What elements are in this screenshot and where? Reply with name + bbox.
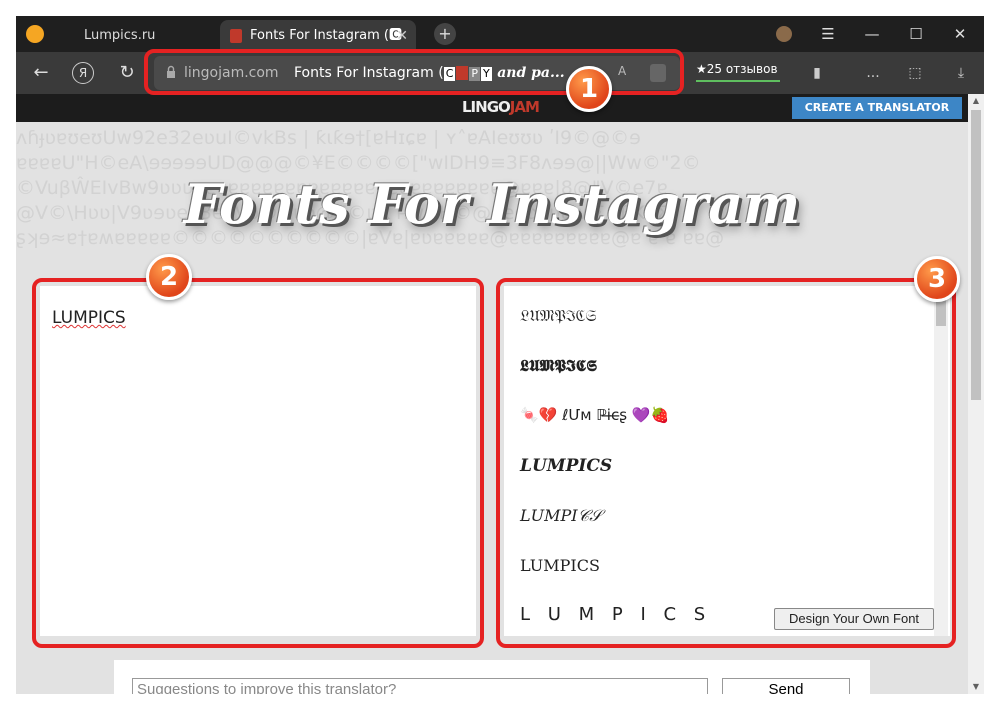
tab-strip: Lumpics.ru Fonts For Instagram (🅲 ✕ + ☰ … (16, 16, 984, 52)
callout-badge-2: 2 (146, 254, 192, 300)
yandex-browser-icon[interactable] (26, 25, 44, 43)
callout-badge-1: 1 (566, 66, 612, 112)
tab-label: Lumpics.ru (84, 28, 156, 43)
profile-avatar[interactable] (776, 26, 792, 42)
highlight-output-panel (496, 278, 956, 648)
tab-lumpics[interactable]: Lumpics.ru (76, 20, 216, 52)
reload-button[interactable]: ↻ (114, 60, 140, 86)
maximize-button[interactable]: ☐ (894, 16, 938, 52)
tab-fonts-for-instagram[interactable]: Fonts For Instagram (🅲 ✕ (220, 20, 416, 52)
downloads-icon[interactable]: ⤓ (950, 62, 972, 84)
callout-badge-3: 3 (914, 256, 960, 302)
back-button[interactable]: ← (28, 60, 54, 86)
minimize-button[interactable]: — (850, 16, 894, 52)
scroll-up-icon[interactable]: ▲ (968, 94, 984, 108)
background-line: ʌɦɟʋɐʊeʊUw92e32eʋuI©vkBs | ƙɩƙɘ†[ɐHɪɕɐ |… (16, 127, 641, 149)
scroll-down-icon[interactable]: ▼ (968, 680, 984, 694)
tab-close-icon[interactable]: ✕ (396, 20, 408, 52)
bookmark-icon[interactable]: ▮ (806, 62, 828, 84)
logo-accent: JAM (509, 98, 540, 116)
page-scroll-thumb[interactable] (971, 110, 981, 400)
suggestions-section: Suggestions to improve this translator? … (114, 660, 870, 694)
tab-label: Fonts For Instagram (🅲 (250, 28, 402, 43)
send-button[interactable]: Send (722, 678, 850, 694)
lingojam-logo[interactable]: LINGOJAM (462, 98, 540, 116)
page-scrollbar[interactable]: ▲ ▼ (968, 94, 984, 694)
reviews-label: ★25 отзывов (696, 62, 778, 76)
lingojam-favicon-icon (230, 29, 242, 43)
extensions-icon[interactable]: ⬚ (904, 62, 926, 84)
logo-main: LINGO (462, 98, 511, 116)
browser-window: Lumpics.ru Fonts For Instagram (🅲 ✕ + ☰ … (16, 16, 984, 694)
site-header: LINGOJAM CREATE A TRANSLATOR (16, 94, 968, 122)
page-headline: Fonts For Instagram (183, 172, 801, 236)
create-translator-button[interactable]: CREATE A TRANSLATOR (792, 97, 962, 119)
highlight-input-panel (32, 278, 484, 648)
reviews-underline (696, 80, 780, 82)
yandex-home-button[interactable]: Я (72, 62, 94, 84)
reviews-badge[interactable]: ★25 отзывов (696, 62, 780, 82)
menu-icon[interactable]: ☰ (806, 16, 850, 52)
new-tab-button[interactable]: + (434, 23, 456, 45)
suggestions-input[interactable]: Suggestions to improve this translator? (132, 678, 708, 694)
close-window-button[interactable]: ✕ (938, 16, 982, 52)
more-icon[interactable]: ... (862, 62, 884, 84)
